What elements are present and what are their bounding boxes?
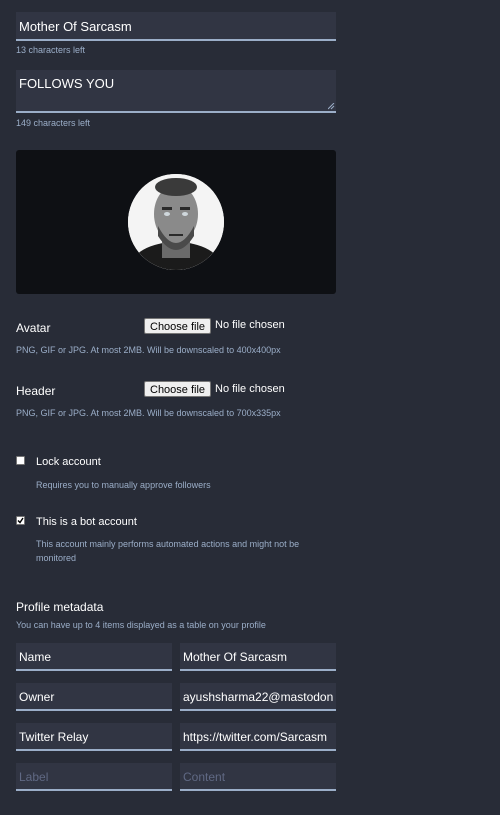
avatar-choose-file-button[interactable]: Choose file xyxy=(144,318,212,334)
metadata-label-input-empty[interactable]: Label xyxy=(16,763,172,791)
bot-account-checkbox[interactable] xyxy=(16,516,25,525)
bio-hint: 149 characters left xyxy=(16,118,91,128)
display-name-value: Mother Of Sarcasm xyxy=(19,19,132,34)
metadata-content-input[interactable]: ayushsharma22@mastodon xyxy=(180,683,336,711)
lock-account-checkbox[interactable] xyxy=(16,456,25,465)
display-name-input[interactable]: Mother Of Sarcasm xyxy=(16,12,336,41)
bot-account-label[interactable]: This is a bot account xyxy=(36,516,137,528)
metadata-label-input[interactable]: Owner xyxy=(16,683,172,711)
profile-preview-card xyxy=(16,150,336,294)
metadata-label-placeholder: Label xyxy=(19,770,49,784)
checkmark-icon xyxy=(17,517,24,524)
avatar-portrait-image xyxy=(128,174,224,270)
header-label: Header xyxy=(16,384,56,398)
metadata-label-input[interactable]: Twitter Relay xyxy=(16,723,172,751)
metadata-content-input[interactable]: Mother Of Sarcasm xyxy=(180,643,336,671)
metadata-content-value: ayushsharma22@mastodon xyxy=(183,690,334,704)
bio-textarea[interactable]: FOLLOWS YOU xyxy=(16,70,336,113)
metadata-label-input[interactable]: Name xyxy=(16,643,172,671)
metadata-label-value: Owner xyxy=(19,690,55,704)
metadata-content-value: Mother Of Sarcasm xyxy=(183,650,288,664)
metadata-content-placeholder: Content xyxy=(183,770,226,784)
header-choose-file-button[interactable]: Choose file xyxy=(144,381,212,397)
profile-metadata-hint: You can have up to 4 items displayed as … xyxy=(16,620,266,630)
display-name-hint: 13 characters left xyxy=(16,45,86,55)
metadata-label-value: Name xyxy=(19,650,52,664)
resize-handle-icon[interactable] xyxy=(328,103,335,110)
profile-metadata-title: Profile metadata xyxy=(16,600,104,614)
metadata-content-input-empty[interactable]: Content xyxy=(180,763,336,791)
metadata-content-input[interactable]: https://twitter.com/Sarcasm xyxy=(180,723,336,751)
lock-account-hint: Requires you to manually approve followe… xyxy=(36,480,211,490)
avatar-file-status: No file chosen xyxy=(215,319,285,331)
avatar-label: Avatar xyxy=(16,321,51,335)
metadata-content-value: https://twitter.com/Sarcasm xyxy=(183,730,328,744)
header-file-status: No file chosen xyxy=(215,383,285,395)
avatar-hint: PNG, GIF or JPG. At most 2MB. Will be do… xyxy=(16,345,281,355)
bot-account-hint-line2: monitored xyxy=(36,553,77,563)
lock-account-label[interactable]: Lock account xyxy=(36,456,101,468)
metadata-label-value: Twitter Relay xyxy=(19,730,89,744)
bio-value: FOLLOWS YOU xyxy=(19,76,115,91)
header-hint: PNG, GIF or JPG. At most 2MB. Will be do… xyxy=(16,408,281,418)
bot-account-hint-line1: This account mainly performs automated a… xyxy=(36,539,300,549)
avatar-preview xyxy=(128,174,224,270)
